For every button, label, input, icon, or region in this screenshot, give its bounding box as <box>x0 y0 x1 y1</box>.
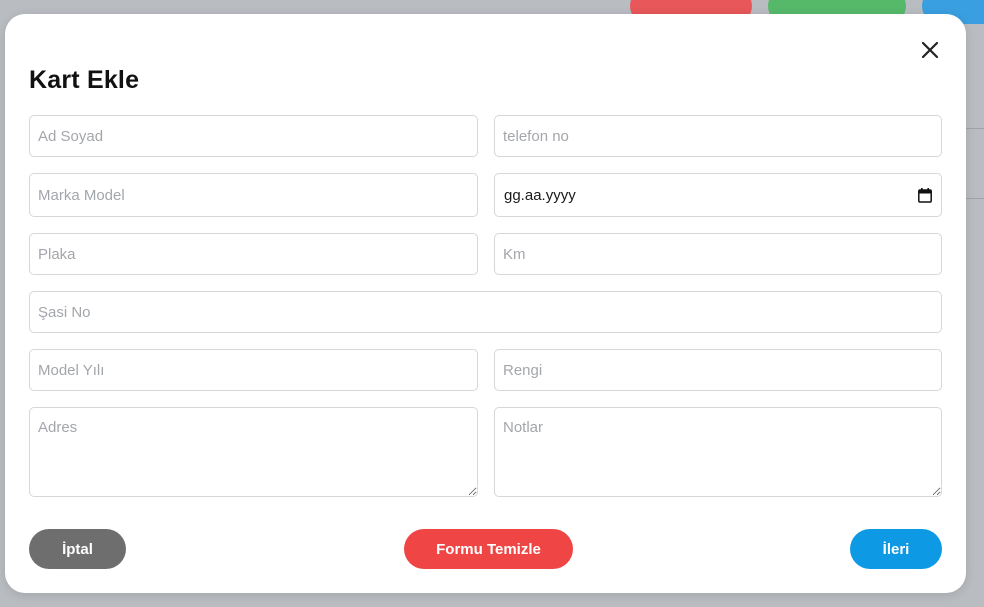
modal-title: Kart Ekle <box>29 66 140 94</box>
km-input[interactable] <box>494 233 942 275</box>
calendar-icon[interactable] <box>918 187 932 203</box>
plate-input[interactable] <box>29 233 478 275</box>
date-input[interactable]: gg.aa.yyyy <box>494 173 942 217</box>
model-year-input[interactable] <box>29 349 478 391</box>
background-divider <box>964 198 984 199</box>
cancel-button[interactable]: İptal <box>29 529 126 569</box>
chassis-number-input[interactable] <box>29 291 942 333</box>
next-button[interactable]: İleri <box>850 529 942 569</box>
phone-input[interactable] <box>494 115 942 157</box>
add-card-modal: Kart Ekle gg.aa.yyyy İptal Formu Temizle… <box>5 14 966 593</box>
address-textarea[interactable] <box>29 407 478 497</box>
clear-form-button[interactable]: Formu Temizle <box>404 529 573 569</box>
full-name-input[interactable] <box>29 115 478 157</box>
color-input[interactable] <box>494 349 942 391</box>
background-divider <box>964 128 984 129</box>
close-icon <box>921 41 939 59</box>
brand-model-input[interactable] <box>29 173 478 217</box>
date-value: gg.aa.yyyy <box>504 186 576 204</box>
close-button[interactable] <box>918 38 942 62</box>
notes-textarea[interactable] <box>494 407 942 497</box>
